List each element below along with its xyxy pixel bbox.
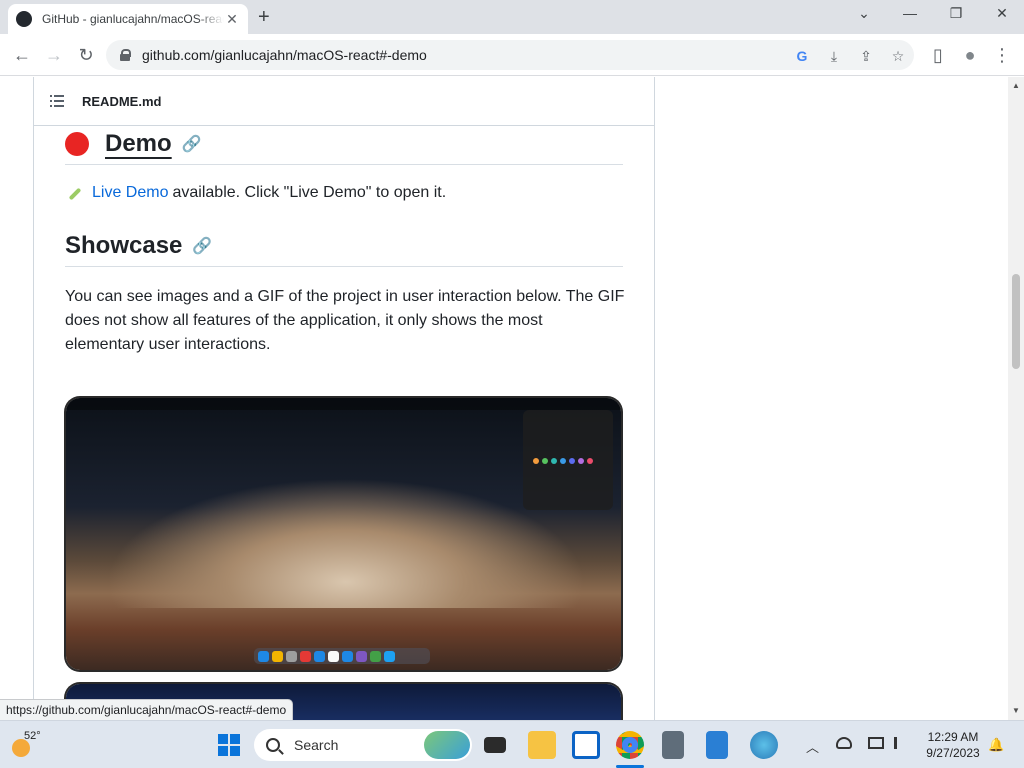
notification-bell-icon[interactable]: 🔔 [988, 737, 1004, 753]
tab-search-button[interactable]: ⌄ [852, 5, 876, 25]
weather-widget[interactable]: 52° [10, 729, 50, 761]
dock-app-icon [300, 650, 311, 662]
mock-dock [254, 648, 430, 664]
color-swatch [587, 458, 593, 464]
color-swatch [551, 458, 557, 464]
dock-app-icon [370, 650, 381, 662]
showcase-screenshot-image[interactable] [66, 398, 621, 670]
dock-app-icon [286, 650, 297, 662]
volume-muted-icon[interactable] [894, 737, 908, 749]
chrome-icon[interactable] [616, 731, 644, 759]
address-bar[interactable]: github.com/gianlucajahn/macOS-react#-dem… [106, 40, 914, 70]
new-tab-button[interactable]: + [258, 6, 270, 29]
color-swatch [560, 458, 566, 464]
system-clock[interactable]: 12:29 AM 9/27/2023 [918, 729, 988, 761]
dock-app-icon [342, 650, 353, 662]
share-icon[interactable]: ⇪ [856, 46, 876, 66]
browser-tabstrip: GitHub - gianlucajahn/macOS-react#-demo … [0, 0, 1024, 34]
install-app-icon[interactable]: ⤓ [824, 46, 844, 66]
start-button[interactable] [218, 734, 240, 756]
restore-button[interactable]: ❐ [944, 5, 968, 25]
tab-close-button[interactable]: ✕ [224, 11, 240, 28]
live-demo-text: available. Click "Live Demo" to open it. [172, 184, 447, 201]
search-highlight-icon[interactable] [424, 731, 470, 759]
bookmark-star-icon[interactable]: ☆ [888, 46, 908, 66]
wallpaper-rock [106, 478, 586, 608]
scrollbar-thumb[interactable] [1012, 274, 1020, 369]
red-circle-icon [65, 132, 89, 156]
system-color-swatches [533, 458, 593, 464]
mock-menubar [66, 398, 621, 410]
github-icon [16, 11, 32, 27]
notepad-icon[interactable] [706, 731, 728, 759]
show-hidden-icons-chevron[interactable]: ︿ [806, 737, 819, 756]
link-anchor-icon[interactable]: 🔗 [192, 236, 212, 256]
minimize-button[interactable]: — [898, 5, 922, 25]
showcase-paragraph: You can see images and a GIF of the proj… [65, 288, 625, 353]
task-view-icon[interactable] [484, 737, 506, 753]
browser-toolbar: ← → ↻ github.com/gianlucajahn/macOS-reac… [0, 34, 1024, 76]
paintbrush-icon [66, 185, 82, 201]
dock-app-icon [356, 650, 367, 662]
heading-divider [65, 266, 623, 267]
file-explorer-icon[interactable] [528, 731, 556, 759]
color-swatch [533, 458, 539, 464]
profile-avatar[interactable]: ● [958, 43, 982, 67]
heading-divider [65, 164, 623, 165]
scroll-down-icon[interactable]: ▼ [1011, 706, 1021, 715]
clock-date: 9/27/2023 [926, 746, 980, 760]
lock-icon [120, 49, 131, 61]
dock-app-icon [314, 650, 325, 662]
showcase-heading: Showcase 🔗 [65, 232, 212, 260]
remote-desktop-icon[interactable] [572, 731, 600, 759]
taskbar-search-label: Search [294, 737, 339, 753]
menu-icon[interactable]: ⋮ [990, 43, 1014, 67]
list-outline-icon[interactable] [50, 95, 64, 107]
color-swatch [578, 458, 584, 464]
live-demo-line: Live Demo available. Click "Live Demo" t… [66, 184, 446, 202]
temperature: 52° [24, 730, 41, 742]
showcase-heading-text: Showcase [65, 232, 183, 259]
onedrive-icon[interactable] [836, 737, 852, 749]
link-anchor-icon[interactable]: 🔗 [182, 134, 202, 154]
browser-tab[interactable]: GitHub - gianlucajahn/macOS-react#-demo … [8, 4, 248, 34]
globe-app-icon[interactable] [750, 731, 778, 759]
network-icon[interactable] [868, 737, 884, 749]
dock-app-icon [328, 650, 339, 662]
side-panel-icon[interactable]: ▯ [926, 43, 950, 67]
readme-header: README.md [34, 77, 654, 126]
close-window-button[interactable]: ✕ [990, 5, 1014, 25]
tab-title: GitHub - gianlucajahn/macOS-react#-demo [42, 12, 224, 26]
back-button[interactable]: ← [10, 43, 34, 67]
page-scrollbar[interactable]: ▲ ▼ [1008, 77, 1024, 720]
google-icon[interactable]: G [792, 46, 812, 66]
color-swatch [569, 458, 575, 464]
search-icon [266, 738, 280, 752]
demo-heading: Demo 🔗 [65, 130, 202, 158]
status-bubble-url: https://github.com/gianlucajahn/macOS-re… [0, 699, 294, 721]
mock-control-center [523, 410, 613, 510]
clock-time: 12:29 AM [927, 730, 979, 744]
readme-filename: README.md [82, 94, 162, 109]
dock-app-icon [384, 650, 395, 662]
dock-app-icon [258, 650, 269, 662]
calculator-icon[interactable] [662, 731, 684, 759]
dock-app-icon [272, 650, 283, 662]
demo-heading-text[interactable]: Demo [105, 130, 172, 158]
address-bar-url: github.com/gianlucajahn/macOS-react#-dem… [142, 47, 427, 63]
color-swatch [542, 458, 548, 464]
live-demo-link[interactable]: Live Demo [92, 184, 168, 202]
windows-taskbar: 52° Search ︿ 12:29 AM 9/27/2023 🔔 [0, 720, 1024, 768]
scroll-up-icon[interactable]: ▲ [1011, 81, 1021, 90]
forward-button[interactable]: → [42, 43, 66, 67]
page-content: README.md Demo 🔗 Live Demo available. Cl… [0, 77, 1008, 720]
reload-button[interactable]: ↻ [74, 43, 98, 67]
